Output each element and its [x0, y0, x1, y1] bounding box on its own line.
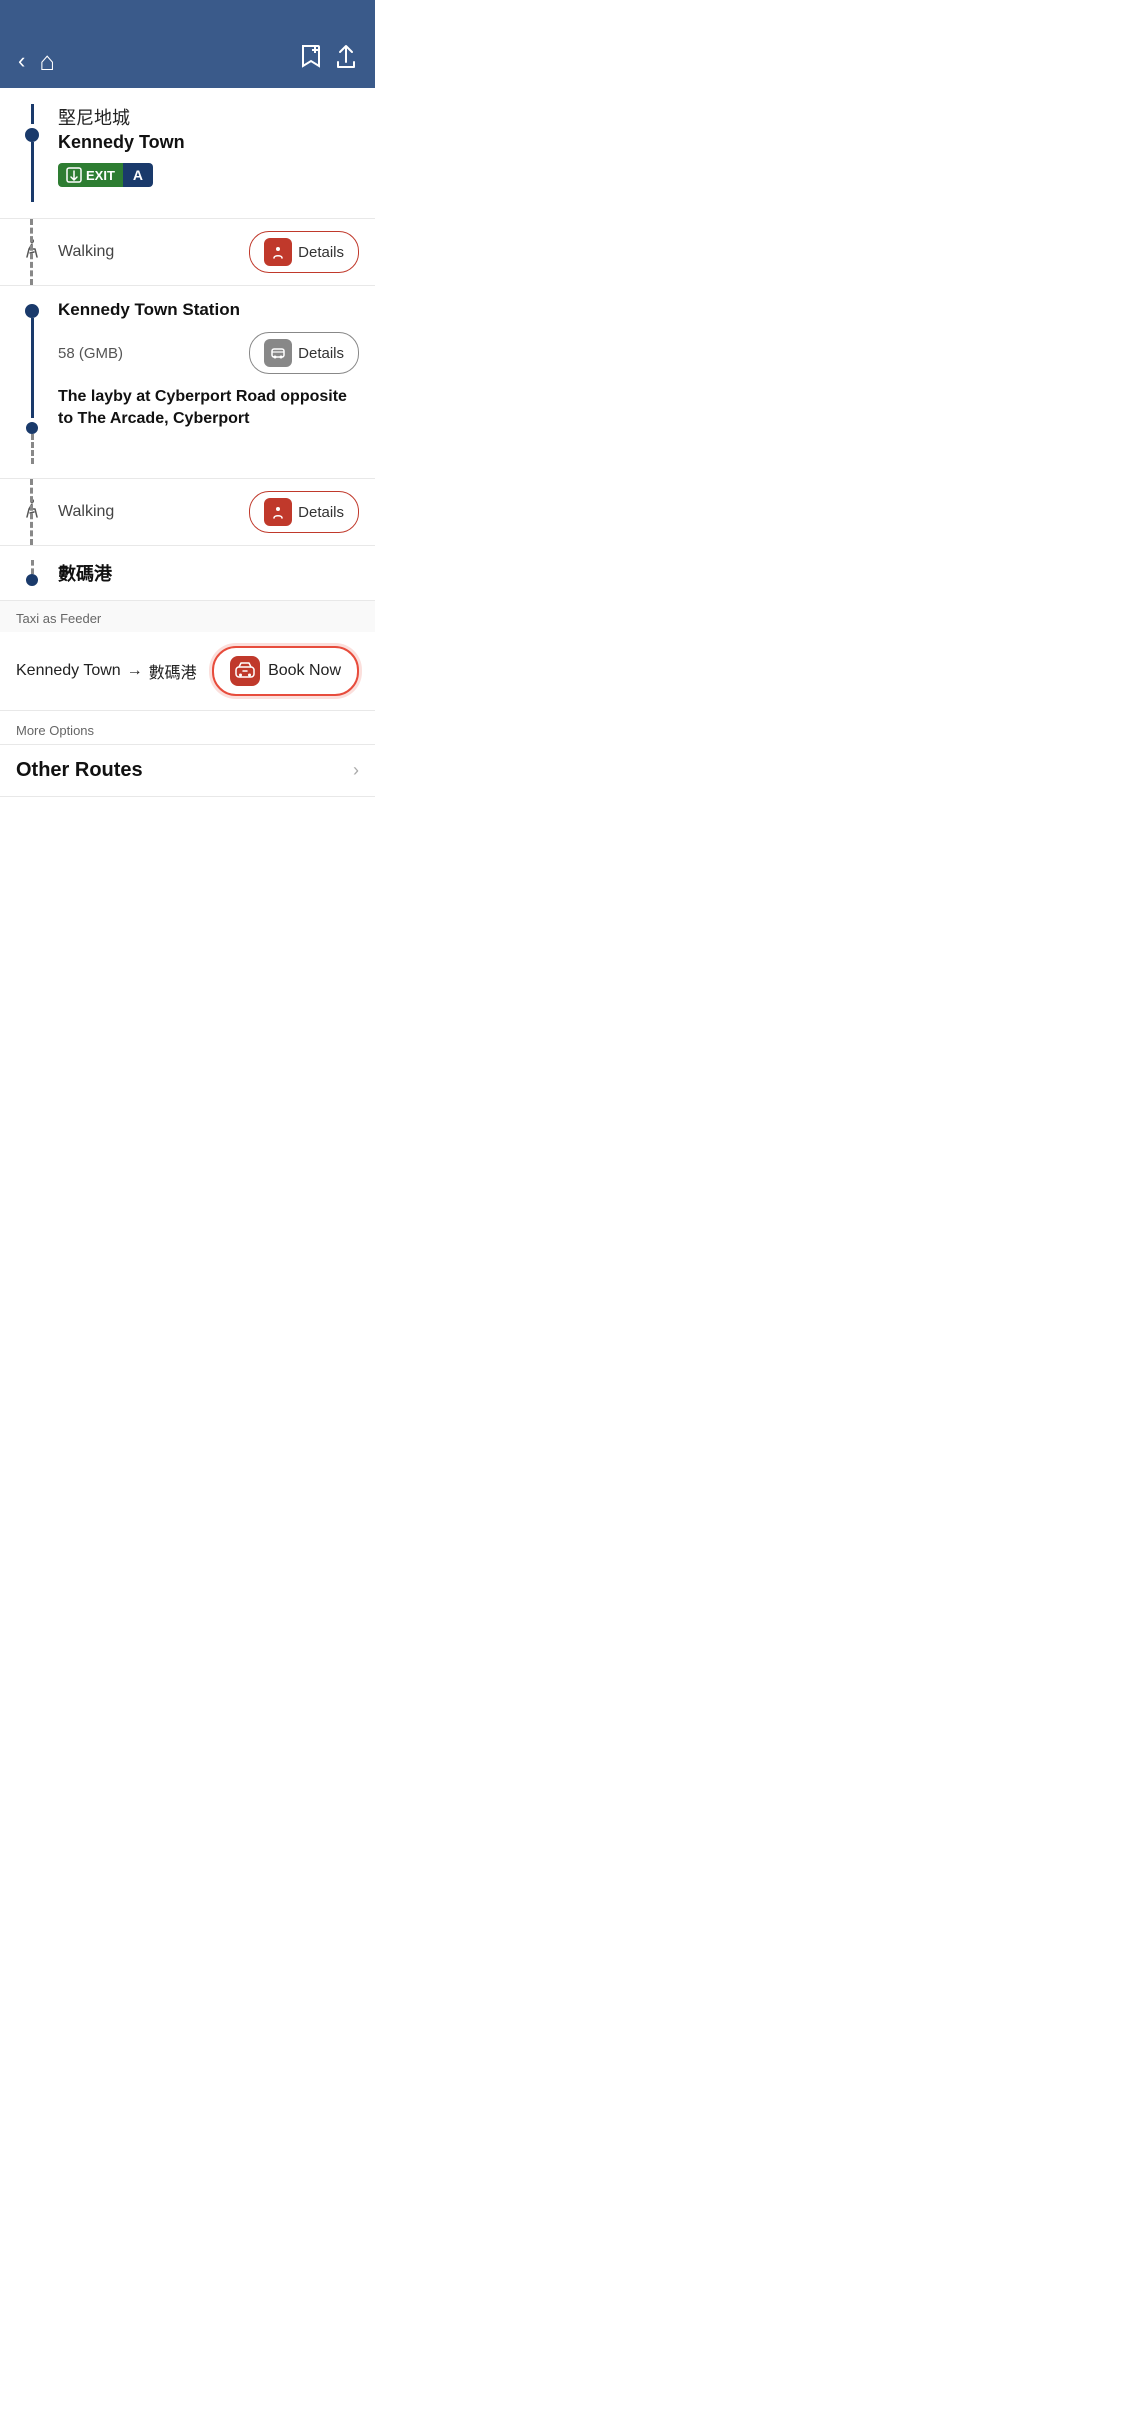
taxi-feeder-label: Taxi as Feeder: [0, 601, 375, 632]
taxi-row: Kennedy Town → 數碼港 Book Now: [0, 632, 375, 711]
bus-number: 58 (GMB): [58, 345, 123, 362]
bookmark-add-icon[interactable]: [299, 44, 321, 74]
dashed-line-1: [30, 219, 33, 285]
walking-row-2: Walking Details: [0, 479, 375, 546]
exit-letter: A: [123, 163, 153, 187]
taxi-arrow: →: [127, 662, 143, 680]
home-button[interactable]: ⌂: [39, 48, 55, 74]
walking-label-1: Walking: [48, 243, 249, 261]
walking-details-icon-2: [264, 498, 292, 526]
walking-details-text-2: Details: [298, 504, 344, 521]
app-header: ‹ ⌂ Trip Planner: [0, 0, 375, 88]
dashed-line-2: [30, 479, 33, 545]
header-right-actions: [299, 44, 357, 74]
cyberport-dash-above: [31, 560, 34, 574]
share-icon[interactable]: [335, 44, 357, 74]
station-name: Kennedy Town Station: [58, 300, 359, 320]
kennedy-town-station-row: Kennedy Town Station 58 (GMB) Deta: [0, 286, 375, 479]
kennedy-town-chinese: 堅尼地城: [58, 104, 359, 130]
back-button[interactable]: ‹: [18, 50, 25, 72]
station-dashed-below: [31, 434, 34, 464]
walking-row-1: Walking Details: [0, 219, 375, 286]
station-inner: Kennedy Town Station 58 (GMB) Deta: [16, 300, 359, 464]
exit-label: EXIT: [86, 168, 115, 183]
cyberport-name: 數碼港: [48, 560, 112, 586]
walking-details-icon-1: [264, 238, 292, 266]
bus-details-icon: [264, 339, 292, 367]
header-left-actions: ‹ ⌂: [18, 48, 55, 74]
station-info: Kennedy Town Station 58 (GMB) Deta: [48, 300, 359, 431]
exit-badge: EXIT: [58, 163, 123, 187]
book-now-button[interactable]: Book Now: [212, 646, 359, 696]
taxi-book-icon: [230, 656, 260, 686]
other-routes-row[interactable]: Other Routes ›: [0, 744, 375, 797]
station-timeline: [16, 300, 48, 464]
line-below-kennedy: [31, 142, 34, 202]
bus-row-detail: 58 (GMB) Details: [58, 332, 359, 374]
bus-destination: The layby at Cyberport Road opposite to …: [58, 386, 359, 431]
station-dot-top: [25, 304, 39, 318]
timeline-kennedy-town: [16, 104, 48, 202]
exit-badges: EXIT A: [58, 163, 359, 187]
kennedy-town-english: Kennedy Town: [58, 132, 359, 153]
kennedy-town-stop: 堅尼地城 Kennedy Town EXIT A: [0, 88, 375, 219]
station-line: [31, 318, 34, 418]
other-routes-text: Other Routes: [16, 759, 143, 782]
bus-details-button[interactable]: Details: [249, 332, 359, 374]
walking-label-2: Walking: [48, 503, 249, 521]
cyberport-dot: [26, 574, 38, 586]
kennedy-town-dot: [25, 128, 39, 142]
more-options-label: More Options: [0, 711, 375, 744]
line-above-kennedy: [31, 104, 34, 124]
bus-details-text: Details: [298, 345, 344, 362]
cyberport-stop: 數碼港: [0, 546, 375, 601]
station-dot-bottom: [26, 422, 38, 434]
cyberport-timeline: [16, 560, 48, 586]
walking-details-button-2[interactable]: Details: [249, 491, 359, 533]
taxi-route-text: Kennedy Town → 數碼港: [16, 659, 197, 683]
page-title: Trip Planner: [508, 2400, 618, 2422]
taxi-route-from: Kennedy Town: [16, 662, 121, 680]
exit-icon: [66, 167, 82, 183]
taxi-route-to: 數碼港: [149, 659, 197, 683]
walking-details-button-1[interactable]: Details: [249, 231, 359, 273]
chevron-right-icon: ›: [353, 760, 359, 781]
route-content: 堅尼地城 Kennedy Town EXIT A Walki: [0, 88, 375, 797]
kennedy-town-info: 堅尼地城 Kennedy Town EXIT A: [48, 104, 359, 187]
book-now-text: Book Now: [268, 662, 341, 680]
walking-details-text-1: Details: [298, 244, 344, 261]
